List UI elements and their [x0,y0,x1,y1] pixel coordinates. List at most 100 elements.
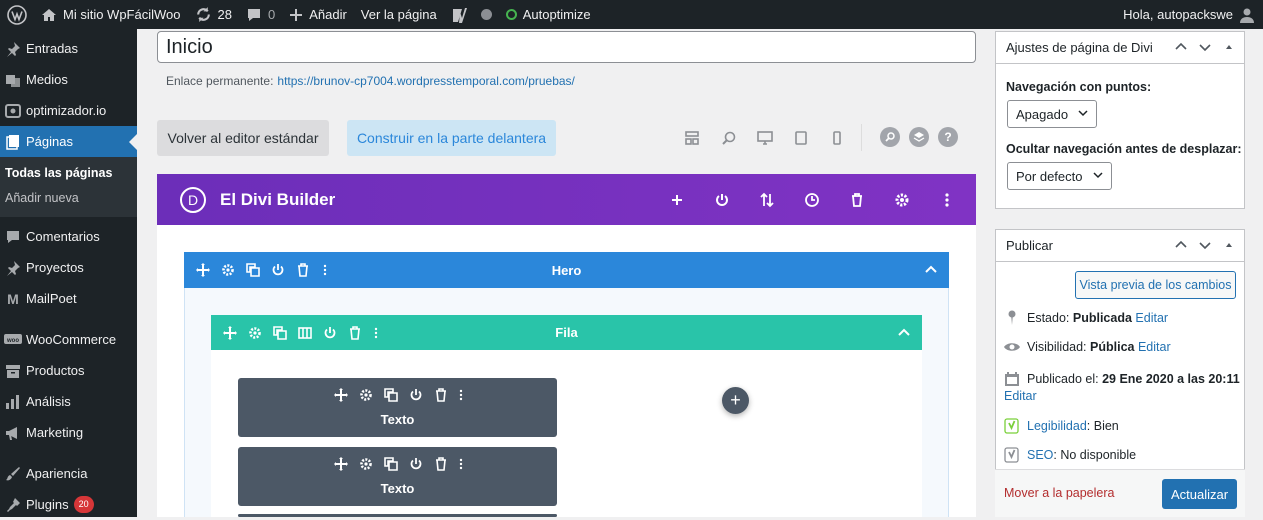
chevron-up-icon[interactable] [897,326,911,340]
add-new-link[interactable]: Añadir [282,0,354,29]
sidebar-item-proyectos[interactable]: Proyectos [0,252,137,283]
permalink-url[interactable]: https://brunov-cp7004.wordpresstemporal.… [277,74,575,88]
section-header-hero[interactable]: Hero [184,252,949,288]
layers-icon[interactable] [909,127,929,147]
move-icon[interactable] [334,457,348,471]
sidebar-item-woocommerce[interactable]: woo WooCommerce [0,324,137,355]
updates-link[interactable]: 28 [188,0,239,29]
sidebar-item-marketing[interactable]: Marketing [0,417,137,448]
chevron-down-icon[interactable] [1198,40,1212,57]
back-to-standard-editor-button[interactable]: Volver al editor estándar [157,120,329,156]
sidebar-item-analisis[interactable]: Análisis [0,386,137,417]
trash-icon[interactable] [348,326,362,340]
sidebar-item-mailpoet[interactable]: M MailPoet [0,283,137,314]
sidebar-item-comentarios[interactable]: Comentarios [0,221,137,252]
tablet-view-icon[interactable] [792,129,810,147]
trash-icon[interactable] [434,388,448,402]
move-icon[interactable] [196,263,210,277]
duplicate-icon[interactable] [273,326,287,340]
trash-icon[interactable] [296,263,310,277]
power-icon[interactable] [714,192,730,208]
seo-link[interactable]: SEO [1027,448,1053,462]
search-icon[interactable] [880,127,900,147]
power-icon[interactable] [409,388,423,402]
more-options-icon[interactable] [939,192,955,208]
more-options-icon[interactable] [454,457,468,471]
module-label: Texto [380,481,415,496]
chevron-up-icon[interactable] [1174,40,1188,57]
seo-value: : No disponible [1053,448,1137,462]
row-header[interactable]: Fila [211,315,922,350]
view-page-link[interactable]: Ver la página [354,0,444,29]
woocommerce-icon: woo [4,331,22,349]
add-module-button[interactable]: + [722,387,749,414]
more-options-icon[interactable] [369,326,383,340]
help-icon[interactable]: ? [938,127,958,147]
account-menu[interactable]: Hola, autopackswe [1116,0,1263,29]
submenu-all-pages[interactable]: Todas las páginas [0,161,137,186]
settings-gear-icon[interactable] [894,192,910,208]
build-on-frontend-button[interactable]: Construir en la parte delantera [347,120,556,156]
text-module[interactable]: Texto [238,447,557,506]
readability-link[interactable]: Legibilidad [1027,419,1087,433]
power-icon[interactable] [271,263,285,277]
duplicate-icon[interactable] [384,388,398,402]
edit-status-link[interactable]: Editar [1135,311,1168,325]
hide-nav-label: Ocultar navegación antes de desplazar: [1006,142,1242,156]
power-icon[interactable] [323,326,337,340]
more-options-icon[interactable] [454,388,468,402]
hide-nav-select[interactable]: Por defecto [1007,162,1112,190]
move-to-trash-link[interactable]: Mover a la papelera [1004,486,1114,500]
history-icon[interactable] [804,192,820,208]
sidebar-item-plugins[interactable]: Plugins 20 [0,489,137,520]
move-icon[interactable] [334,388,348,402]
sidebar-item-medios[interactable]: Medios [0,64,137,95]
edit-date-link[interactable]: Editar [1004,389,1037,403]
columns-icon[interactable] [298,326,312,340]
site-name-link[interactable]: Mi sitio WpFácilWoo [34,0,188,29]
chevron-down-icon[interactable] [1198,238,1212,255]
desktop-view-icon[interactable] [756,129,774,147]
sidebar-item-paginas[interactable]: Páginas [0,126,137,157]
preview-changes-button[interactable]: Vista previa de los cambios [1075,271,1236,299]
settings-gear-icon[interactable] [359,388,373,402]
divi-builder-title: El Divi Builder [220,189,336,209]
divi-page-settings-box: Ajustes de página de Divi Navegación con… [995,31,1245,209]
duplicate-icon[interactable] [384,457,398,471]
power-icon[interactable] [409,457,423,471]
trash-icon[interactable] [434,457,448,471]
dots-nav-select[interactable]: Apagado [1007,100,1098,128]
settings-gear-icon[interactable] [221,263,235,277]
wireframe-view-icon[interactable] [683,129,701,147]
submenu-add-new[interactable]: Añadir nueva [0,186,137,211]
sidebar-item-optimizador[interactable]: optimizador.io [0,95,137,126]
settings-gear-icon[interactable] [359,457,373,471]
page-title-input[interactable] [157,31,976,63]
edit-visibility-link[interactable]: Editar [1138,340,1171,354]
zoom-icon[interactable] [720,129,738,147]
autoptimize-link[interactable]: Autoptimize [499,0,598,29]
yoast-icon[interactable] [444,0,474,29]
more-options-icon[interactable] [318,263,332,277]
sidebar-item-productos[interactable]: Productos [0,355,137,386]
move-icon[interactable] [223,326,237,340]
caret-up-icon[interactable] [1222,238,1236,255]
settings-gear-icon[interactable] [248,326,262,340]
status-dot-icon[interactable] [474,0,499,29]
trash-icon[interactable] [849,192,865,208]
chevron-up-icon[interactable] [1174,238,1188,255]
comments-link[interactable]: 0 [239,0,282,29]
sidebar-item-apariencia[interactable]: Apariencia [0,458,137,489]
duplicate-icon[interactable] [246,263,260,277]
view-page-label: Ver la página [360,7,437,22]
add-icon[interactable] [669,192,685,208]
sidebar-item-entradas[interactable]: Entradas [0,33,137,64]
caret-up-icon[interactable] [1222,40,1236,57]
chevron-up-icon[interactable] [924,263,938,277]
seo-row: SEO: No disponible [1003,446,1136,464]
sort-icon[interactable] [759,192,775,208]
phone-view-icon[interactable] [828,129,846,147]
wordpress-logo-icon[interactable] [0,0,34,29]
text-module[interactable]: Texto [238,378,557,437]
update-button[interactable]: Actualizar [1162,479,1237,509]
